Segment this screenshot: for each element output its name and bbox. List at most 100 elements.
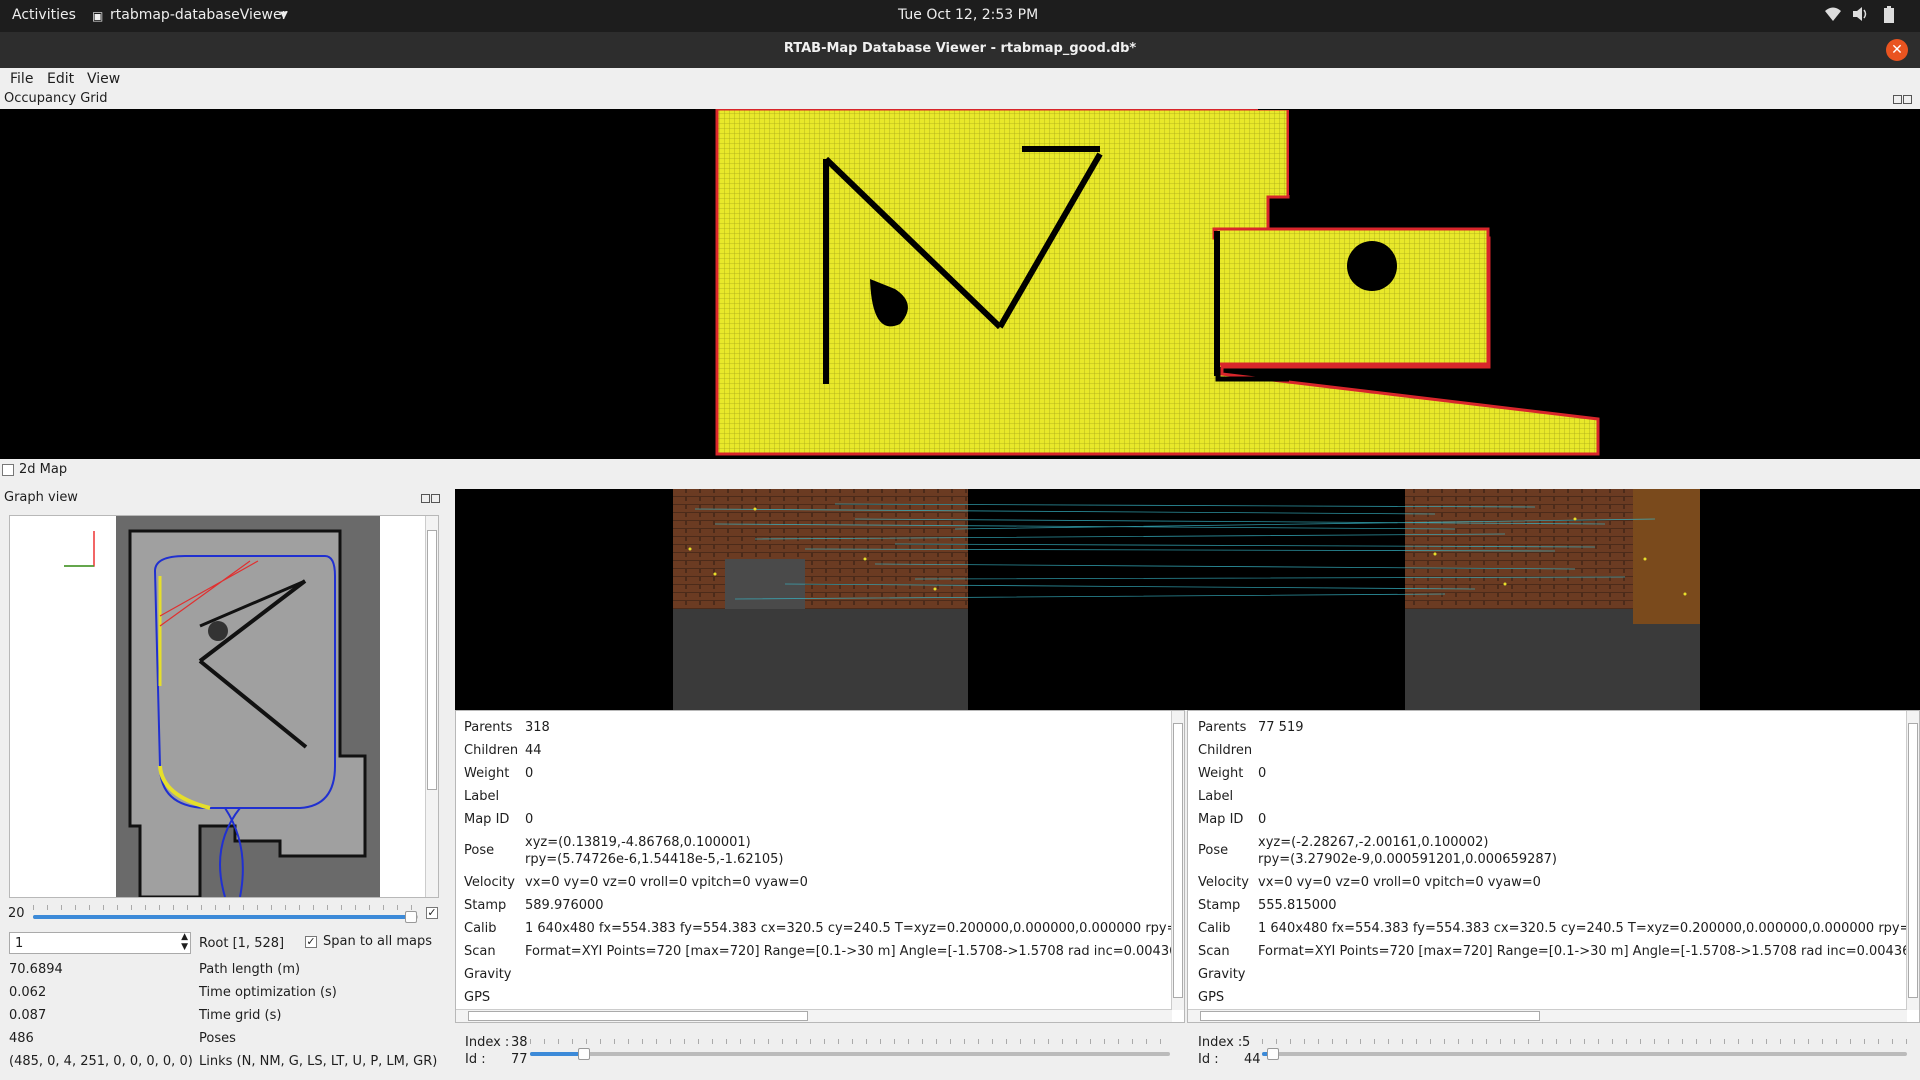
- left-mapid-value: 0: [525, 812, 534, 827]
- spin-arrows-icon[interactable]: ▲ ▼: [181, 932, 188, 952]
- room-region: [1214, 227, 1490, 366]
- left-weight-value: 0: [525, 766, 534, 781]
- menu-file[interactable]: File: [10, 71, 33, 87]
- graph-option-checkbox[interactable]: ✓: [426, 907, 438, 919]
- occupancy-grid-title: Occupancy Grid: [4, 91, 108, 106]
- close-icon[interactable]: [1903, 95, 1912, 104]
- stat-path-length-value: 70.6894: [9, 962, 63, 977]
- right-info-vscroll-thumb[interactable]: [1908, 723, 1918, 998]
- left-info-hscroll[interactable]: [456, 1009, 1172, 1022]
- left-stamp-key: Stamp: [464, 898, 507, 913]
- left-index-value: 38: [511, 1035, 528, 1050]
- left-id-label: Id :: [465, 1052, 486, 1067]
- map2d-label: 2d Map: [19, 462, 68, 477]
- menu-edit[interactable]: Edit: [47, 71, 74, 87]
- left-label-key: Label: [464, 789, 500, 804]
- volume-icon[interactable]: [1852, 6, 1870, 26]
- left-index-slider-fill: [530, 1052, 585, 1056]
- left-calib-key: Calib: [464, 921, 497, 936]
- wifi-icon[interactable]: [1824, 5, 1842, 27]
- right-info-vscroll[interactable]: [1906, 711, 1919, 1010]
- right-mapid-key: Map ID: [1198, 812, 1244, 827]
- right-pose-key: Pose: [1198, 843, 1229, 858]
- right-gravity-key: Gravity: [1198, 967, 1246, 982]
- graph-vertical-scrollbar[interactable]: [425, 516, 438, 897]
- stat-poses-label: Poses: [199, 1031, 236, 1046]
- left-children-value: 44: [525, 743, 542, 758]
- right-info-hscroll-thumb[interactable]: [1200, 1011, 1540, 1021]
- root-spinbox[interactable]: 1 ▲ ▼: [9, 932, 191, 954]
- span-all-maps-checkbox[interactable]: ✓: [305, 936, 317, 948]
- constraints-image-view[interactable]: [455, 489, 1920, 710]
- stat-poses-value: 486: [9, 1031, 34, 1046]
- occupancy-grid-view[interactable]: [0, 109, 1920, 459]
- graph-slider-handle[interactable]: [405, 911, 417, 923]
- close-window-button[interactable]: ✕: [1886, 39, 1908, 61]
- menu-bar: File Edit View: [0, 68, 1920, 90]
- right-parents-key: Parents: [1198, 720, 1247, 735]
- window-title: RTAB-Map Database Viewer - rtabmap_good.…: [783, 41, 1137, 56]
- left-velocity-key: Velocity: [464, 875, 515, 890]
- float-icon[interactable]: [1893, 95, 1902, 104]
- left-info-hscroll-thumb[interactable]: [468, 1011, 808, 1021]
- left-children-key: Children: [464, 743, 519, 758]
- left-pose-key: Pose: [464, 843, 495, 858]
- graph-slider-value: 20: [8, 906, 25, 921]
- left-parents-value: 318: [525, 720, 550, 735]
- app-menu-arrow-icon: ▼: [280, 10, 288, 21]
- graph-slider-ticks: [33, 905, 418, 910]
- right-node-info-panel[interactable]: Parents 77 519 Children Weight 0 Label M…: [1187, 710, 1920, 1023]
- left-calib-value: 1 640x480 fx=554.383 fy=554.383 cx=320.5…: [525, 921, 1178, 936]
- stat-links-value: (485, 0, 4, 251, 0, 0, 0, 0, 0): [9, 1054, 193, 1069]
- right-parents-value: 77 519: [1258, 720, 1304, 735]
- right-pose-rpy: rpy=(3.27902e-9,0.000591201,0.000659287): [1258, 852, 1557, 867]
- stat-time-optimization-label: Time optimization (s): [199, 985, 337, 1000]
- right-scan-key: Scan: [1198, 944, 1230, 959]
- right-pose-xyz: xyz=(-2.28267,-2.00161,0.100002): [1258, 835, 1489, 850]
- occupancy-dock-buttons[interactable]: [1892, 93, 1916, 104]
- left-velocity-value: vx=0 vy=0 vz=0 vroll=0 vpitch=0 vyaw=0: [525, 875, 808, 890]
- left-index-slider-handle[interactable]: [578, 1048, 590, 1060]
- app-menu-button[interactable]: rtabmap-databaseViewer: [110, 7, 287, 23]
- stat-time-optimization-value: 0.062: [9, 985, 47, 1000]
- stat-time-grid-label: Time grid (s): [199, 1008, 282, 1023]
- image-pair-canvas: [673, 489, 1700, 710]
- right-gps-key: GPS: [1198, 990, 1225, 1005]
- right-index-slider[interactable]: [1262, 1052, 1907, 1056]
- graph-slider-fill: [33, 915, 411, 919]
- root-label: Root [1, 528]: [199, 936, 285, 951]
- battery-icon[interactable]: [1884, 6, 1894, 28]
- left-info-vscroll-thumb[interactable]: [1173, 723, 1183, 998]
- left-index-label: Index :: [465, 1035, 510, 1050]
- float-icon[interactable]: [421, 494, 430, 503]
- right-weight-key: Weight: [1198, 766, 1244, 781]
- right-index-label: Index :: [1198, 1035, 1243, 1050]
- graph-scroll-thumb[interactable]: [427, 530, 437, 790]
- graph-dock-buttons[interactable]: [420, 492, 444, 503]
- clock[interactable]: Tue Oct 12, 2:53 PM: [898, 7, 1038, 23]
- right-scan-value: Format=XYI Points=720 [max=720] Range=[0…: [1258, 944, 1911, 959]
- menu-view[interactable]: View: [87, 71, 120, 87]
- activities-button[interactable]: Activities: [12, 7, 76, 23]
- right-image-floor: [1405, 609, 1700, 710]
- left-mapid-key: Map ID: [464, 812, 510, 827]
- graph-view-canvas[interactable]: [9, 515, 439, 899]
- span-all-maps-label: Span to all maps: [323, 934, 433, 949]
- left-node-info-panel[interactable]: Parents 318 Children 44 Weight 0 Label M…: [455, 710, 1185, 1023]
- left-info-vscroll[interactable]: [1171, 711, 1184, 1010]
- left-index-slider[interactable]: [530, 1052, 1170, 1056]
- right-velocity-key: Velocity: [1198, 875, 1249, 890]
- right-info-hscroll[interactable]: [1188, 1009, 1907, 1022]
- right-index-ticks: [1262, 1039, 1907, 1044]
- right-stamp-value: 555.815000: [1258, 898, 1337, 913]
- right-mapid-value: 0: [1258, 812, 1267, 827]
- close-icon[interactable]: [431, 494, 440, 503]
- right-label-key: Label: [1198, 789, 1234, 804]
- left-scan-value: Format=XYI Points=720 [max=720] Range=[0…: [525, 944, 1178, 959]
- left-weight-key: Weight: [464, 766, 510, 781]
- right-id-label: Id :: [1198, 1052, 1219, 1067]
- left-gravity-key: Gravity: [464, 967, 512, 982]
- right-index-slider-handle[interactable]: [1267, 1048, 1279, 1060]
- window-title-bar: RTAB-Map Database Viewer - rtabmap_good.…: [0, 32, 1920, 68]
- map2d-checkbox[interactable]: [2, 464, 14, 476]
